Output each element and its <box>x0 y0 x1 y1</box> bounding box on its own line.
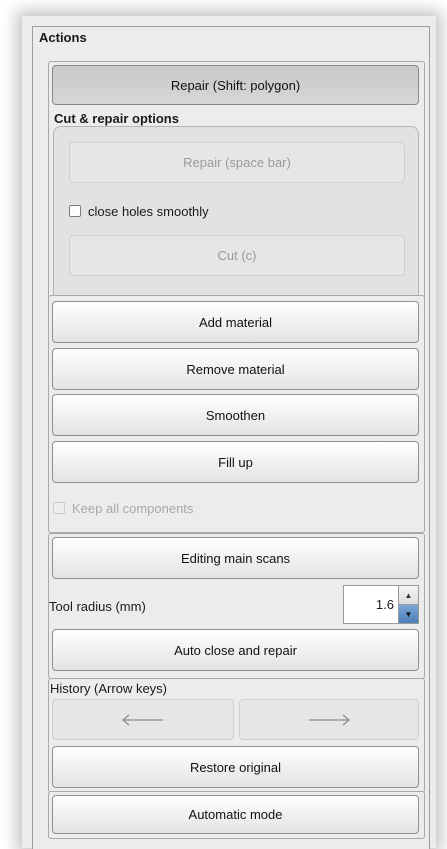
editing-main-scans-button[interactable]: Editing main scans <box>52 537 419 579</box>
repair-button-label: Repair (Shift: polygon) <box>170 77 301 93</box>
automatic-mode-button[interactable]: Automatic mode <box>52 795 419 834</box>
cut-repair-title: Cut & repair options <box>54 111 179 126</box>
smoothen-button[interactable]: Smoothen <box>52 394 419 436</box>
left-arrow-icon <box>122 714 163 725</box>
right-arrow-icon <box>309 714 350 725</box>
repair-space-button[interactable]: Repair (space bar) <box>69 142 405 183</box>
close-holes-checkbox[interactable] <box>69 205 81 217</box>
add-material-label: Add material <box>199 314 272 330</box>
tool-radius-spinner[interactable]: 1.6 ▲ ▼ <box>343 585 419 624</box>
repair-space-label: Repair (space bar) <box>183 155 291 170</box>
history-title: History (Arrow keys) <box>50 681 168 696</box>
history-back-button[interactable] <box>52 699 234 740</box>
smoothen-label: Smoothen <box>205 407 266 423</box>
spinner-buttons: ▲ ▼ <box>398 586 418 623</box>
cut-button[interactable]: Cut (c) <box>69 235 405 276</box>
history-forward-button[interactable] <box>239 699 419 740</box>
editing-main-scans-label: Editing main scans <box>180 550 291 566</box>
fill-up-label: Fill up <box>218 454 253 470</box>
remove-material-label: Remove material <box>186 361 285 377</box>
tool-radius-label: Tool radius (mm) <box>49 599 146 614</box>
remove-material-button[interactable]: Remove material <box>52 348 419 390</box>
fill-up-button[interactable]: Fill up <box>52 441 419 483</box>
repair-button[interactable]: Repair (Shift: polygon) <box>52 65 419 105</box>
panel-title: Actions <box>39 30 87 45</box>
cut-button-label: Cut (c) <box>217 248 257 263</box>
auto-close-repair-label: Auto close and repair <box>174 642 297 658</box>
keep-components-label: Keep all components <box>72 501 194 516</box>
tool-radius-input[interactable]: 1.6 <box>344 586 400 623</box>
automatic-mode-label: Automatic mode <box>188 807 283 822</box>
auto-close-repair-button[interactable]: Auto close and repair <box>52 629 419 671</box>
restore-original-label: Restore original <box>189 759 282 775</box>
keep-components-checkbox[interactable] <box>53 502 65 514</box>
close-holes-label: close holes smoothly <box>88 204 209 219</box>
add-material-button[interactable]: Add material <box>52 301 419 343</box>
restore-original-button[interactable]: Restore original <box>52 746 419 788</box>
actions-panel: Actions Repair (Shift: polygon) Cut & re… <box>32 26 430 849</box>
spinner-up-icon[interactable]: ▲ <box>399 586 418 605</box>
spinner-down-icon[interactable]: ▼ <box>399 605 418 623</box>
